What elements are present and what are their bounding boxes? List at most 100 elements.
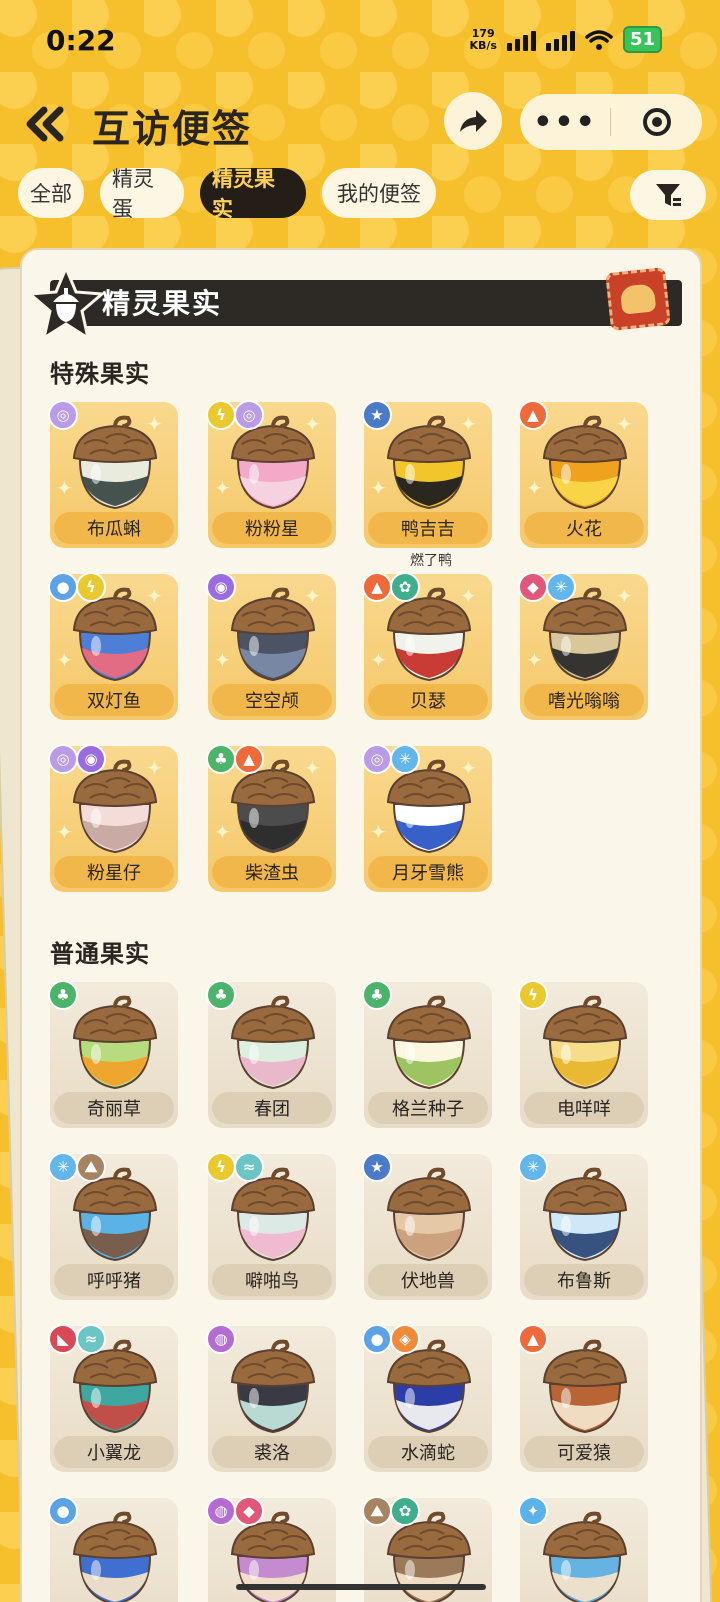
fruit-item[interactable]: ◣ ≈ 小翼龙 <box>48 1324 178 1472</box>
filter-button[interactable] <box>630 170 706 220</box>
type-icons: ★ <box>362 400 392 430</box>
sparkle-icon: ✦ <box>370 476 387 500</box>
grass-type-icon: ♣ <box>362 980 392 1010</box>
fruit-item[interactable]: ✳ 布鲁斯 <box>518 1152 648 1300</box>
fruit-name: 贝瑟 <box>368 684 488 716</box>
stamp-badge-icon <box>605 267 671 331</box>
fruit-item[interactable]: ✦ ✦ ◆ ✳ 嗜光嗡嗡 <box>518 572 648 720</box>
psychic-type-icon: ◎ <box>48 400 78 430</box>
acorn-fruit-icon <box>542 1338 628 1434</box>
fruit-item[interactable]: ✦ ✦ ▲ ✿ 贝瑟 <box>362 572 492 720</box>
fruit-name: 呼呼猪 <box>54 1264 174 1296</box>
network-speed: 179 KB/s <box>469 27 496 52</box>
tab-my-notes[interactable]: 我的便签 <box>322 168 436 218</box>
ice-type-icon: ✳ <box>518 1152 548 1182</box>
close-mini-program-button[interactable] <box>611 94 702 150</box>
fruit-name: 粉粉星 <box>212 512 332 544</box>
electric-type-icon: ϟ <box>518 980 548 1010</box>
tab-all[interactable]: 全部 <box>18 168 84 218</box>
type-icons: ♣ <box>206 980 236 1010</box>
type-icons: ϟ ≈ <box>206 1152 264 1182</box>
fruit-item[interactable]: ♣ 奇丽草 <box>48 980 178 1128</box>
acorn-fruit-icon <box>72 994 158 1090</box>
fruit-item[interactable]: ✦ ✦ ◉ 空空颅 <box>206 572 336 720</box>
normal-section-title: 普通果实 <box>50 940 150 968</box>
type-icons: ◉ <box>206 572 236 602</box>
type-icons: ♣ ▲ <box>206 744 264 774</box>
fruit-item[interactable]: ✦ ✦ ◎ 布瓜蝌 <box>48 400 178 548</box>
type-icons: ✦ <box>518 1496 548 1526</box>
fruit-card: 精灵果实 特殊果实 ✦ ✦ ◎ 布瓜蝌 ✦ ✦ ϟ ◎ 粉粉星 ✦ ✦ ★ 鸭吉… <box>20 248 702 1602</box>
fruit-item[interactable]: ✦ ✦ ♣ ▲ 柴渣虫 <box>206 744 336 892</box>
fruit-name: 小翼龙 <box>54 1436 174 1468</box>
fruit-item[interactable]: ♣ 格兰种子 <box>362 980 492 1128</box>
fruit-item[interactable]: ✦ ✦ ◎ ✳ 月牙雪熊 <box>362 744 492 892</box>
back-icon[interactable] <box>22 104 66 144</box>
poison-type-icon: ◍ <box>206 1496 236 1526</box>
sparkle-icon: ✦ <box>214 476 231 500</box>
fruit-item[interactable]: ★ 伏地兽 <box>362 1152 492 1300</box>
fruit-item[interactable]: ✦ ✦ ϟ ◎ 粉粉星 <box>206 400 336 548</box>
home-indicator <box>236 1584 486 1590</box>
fruit-item[interactable]: ϟ ≈ 噼啪鸟 <box>206 1152 336 1300</box>
status-bar: 0:22 179 KB/s 51 <box>0 0 720 80</box>
ice-type-icon: ✳ <box>390 744 420 774</box>
fruit-item[interactable]: ✦ ✦ ◎ ◉ 粉星仔 <box>48 744 178 892</box>
fruit-name: 电咩咩 <box>524 1092 644 1124</box>
water-type-icon: ● <box>362 1324 392 1354</box>
fruit-item[interactable]: ✦ ✦ ▲ 火花 <box>518 400 648 548</box>
target-icon <box>642 108 671 136</box>
fruit-item[interactable]: ✦ <box>518 1496 648 1602</box>
wind-type-icon: ≈ <box>234 1152 264 1182</box>
fruit-item[interactable]: ✦ ✦ ★ 鸭吉吉 <box>362 400 492 548</box>
type-icons: ◎ <box>48 400 78 430</box>
acorn-fruit-icon <box>542 1166 628 1262</box>
fruit-item[interactable]: ♣ 春团 <box>206 980 336 1128</box>
acorn-badge-icon <box>26 264 106 342</box>
fruit-item[interactable]: ϟ 电咩咩 <box>518 980 648 1128</box>
fruit-item[interactable]: ◍ 裘洛 <box>206 1324 336 1472</box>
fruit-item[interactable]: ● ◈ 水滴蛇 <box>362 1324 492 1472</box>
fruit-name: 柴渣虫 <box>212 856 332 888</box>
type-icons: ◣ ≈ <box>48 1324 106 1354</box>
fruit-item[interactable]: ✳ ⛰ 呼呼猪 <box>48 1152 178 1300</box>
dragon-type-icon: ◣ <box>48 1324 78 1354</box>
signal-icon-2 <box>545 29 575 51</box>
ground-type-icon: ⛰ <box>362 1496 392 1526</box>
type-icons: ● <box>48 1496 78 1526</box>
fruit-name: 空空颅 <box>212 684 332 716</box>
fruit-item[interactable]: ✦ ✦ ● ϟ 双灯鱼 <box>48 572 178 720</box>
type-icons: ♣ <box>362 980 392 1010</box>
acorn-fruit-icon <box>542 414 628 510</box>
ghost-type-icon: ◉ <box>206 572 236 602</box>
ghost-type-icon: ◉ <box>76 744 106 774</box>
grass-type-icon: ♣ <box>48 980 78 1010</box>
tab-spirit-fruit[interactable]: 精灵果实 <box>200 167 306 221</box>
water-type-icon: ● <box>48 572 78 602</box>
acorn-fruit-icon <box>230 586 316 682</box>
psychic-type-icon: ◎ <box>234 400 264 430</box>
category-tabs: 全部 精灵蛋 精灵果实 我的便签 <box>18 167 436 221</box>
acorn-fruit-icon <box>72 1510 158 1602</box>
type-icons: ◎ ✳ <box>362 744 420 774</box>
type-icons: ϟ ◎ <box>206 400 264 430</box>
fire-type-icon: ▲ <box>518 400 548 430</box>
light-type-icon: ✦ <box>518 1496 548 1526</box>
mini-program-capsule: ••• <box>520 94 702 150</box>
fruit-item[interactable]: ● <box>48 1496 178 1602</box>
acorn-fruit-icon <box>230 1338 316 1434</box>
tab-spirit-egg[interactable]: 精灵蛋 <box>100 167 184 221</box>
signal-icon <box>506 29 536 51</box>
fruit-name: 噼啪鸟 <box>212 1264 332 1296</box>
acorn-fruit-icon <box>230 994 316 1090</box>
share-icon <box>460 110 487 132</box>
fruit-name: 伏地兽 <box>368 1264 488 1296</box>
share-button[interactable] <box>444 92 502 150</box>
fruit-item[interactable]: ▲ 可爱猿 <box>518 1324 648 1472</box>
type-icons: ▲ <box>518 1324 548 1354</box>
card-banner-title: 精灵果实 <box>102 287 223 320</box>
fruit-name: 布鲁斯 <box>524 1264 644 1296</box>
acorn-fruit-icon <box>386 1166 472 1262</box>
more-button[interactable]: ••• <box>520 94 610 150</box>
type-icons: ★ <box>362 1152 392 1182</box>
